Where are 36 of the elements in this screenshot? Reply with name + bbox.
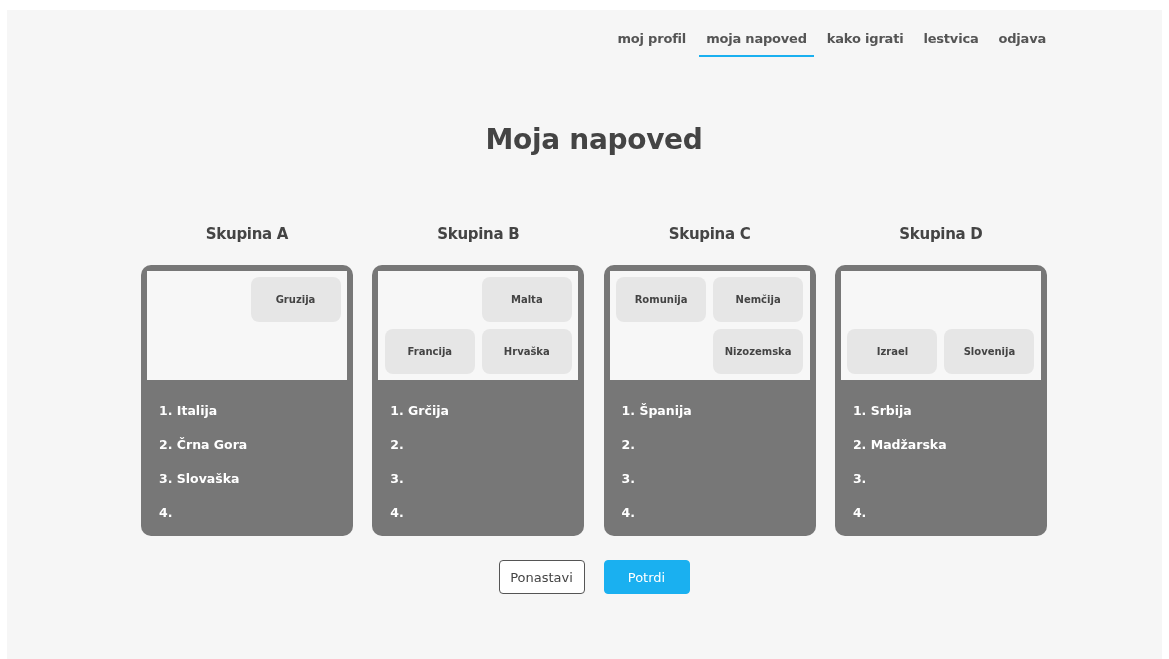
team-chip[interactable]: Malta [481, 277, 572, 322]
ranking-slot: 4. [852, 505, 1041, 521]
team-chip[interactable]: Slovenija [944, 329, 1035, 374]
group-title: Skupina B [436, 225, 521, 243]
ranking-slot: 2. [390, 437, 579, 453]
team-chip[interactable]: Francija [384, 329, 475, 374]
group-title: Skupina A [204, 225, 290, 243]
ranking-slot: 3. [852, 471, 1041, 487]
ranking-slot: 2. [621, 437, 810, 453]
ranking-slot: 3. Slovaška [159, 471, 347, 487]
team-chip[interactable]: Nizozemska [713, 329, 804, 374]
team-chip[interactable]: Hrvaška [481, 329, 572, 374]
team-chip[interactable]: Gruzija [250, 277, 341, 322]
ranking-slot: 4. [159, 505, 347, 521]
ranking-slot: 1. Italija [159, 403, 347, 419]
ranking-slot: 1. Španija [621, 403, 810, 419]
ranking-slot: 3. [621, 471, 810, 487]
nav-link[interactable]: odjava [991, 28, 1053, 57]
team-chip[interactable]: Izrael [847, 329, 938, 374]
ranking-slot: 1. Srbija [852, 403, 1041, 419]
ranking-slot: 4. [390, 505, 579, 521]
ranking-slot: 2. Črna Gora [159, 437, 347, 453]
page-title: Moja napoved [484, 123, 704, 156]
nav-link[interactable]: lestvica [916, 28, 986, 57]
team-chip[interactable]: Romunija [616, 277, 707, 322]
nav-link[interactable]: moj profil [610, 28, 694, 57]
ranking-slot: 4. [621, 505, 810, 521]
ranking-slot: 3. [390, 471, 579, 487]
nav-link[interactable]: moja napoved [699, 28, 814, 57]
reset-button[interactable]: Ponastavi [498, 560, 585, 594]
nav-link[interactable]: kako igrati [819, 28, 911, 57]
ranking-slot: 1. Grčija [390, 403, 579, 419]
group-title: Skupina D [898, 225, 984, 243]
team-chip[interactable]: Nemčija [713, 277, 804, 322]
group-title: Skupina C [667, 225, 752, 243]
ranking-slot: 2. Madžarska [852, 437, 1041, 453]
